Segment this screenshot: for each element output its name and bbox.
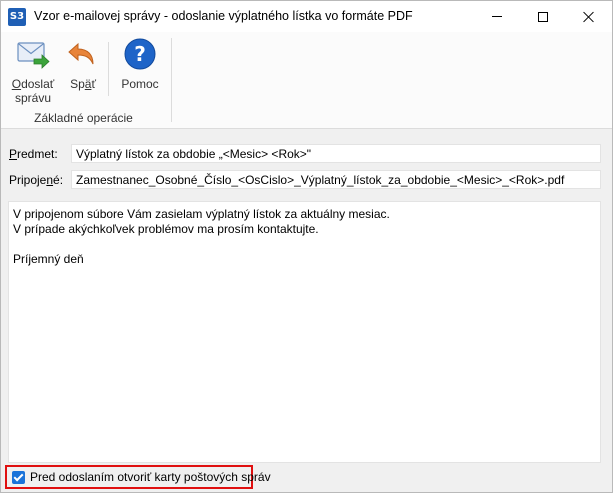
help-icon: ? bbox=[124, 38, 156, 70]
undo-arrow-icon bbox=[68, 42, 94, 65]
attachment-label: Pripojené: bbox=[9, 173, 64, 187]
close-icon bbox=[583, 11, 595, 23]
maximize-icon bbox=[538, 11, 548, 22]
body-line: Príjemný deň bbox=[13, 252, 84, 266]
help-button[interactable]: ? Pomoc bbox=[114, 37, 166, 91]
mail-send-icon bbox=[17, 42, 50, 69]
body-line: V pripojenom súbore Vám zasielam výplatn… bbox=[13, 207, 390, 221]
open-mail-cards-checkbox[interactable] bbox=[12, 470, 25, 484]
ribbon-group-label: Základné operácie bbox=[34, 111, 133, 125]
app-icon: S3 bbox=[8, 8, 26, 26]
send-message-button[interactable]: Odoslať správu bbox=[7, 37, 59, 105]
title-bar: S3 Vzor e-mailovej správy - odoslanie vý… bbox=[1, 1, 612, 32]
maximize-button[interactable] bbox=[520, 1, 566, 32]
minimize-button[interactable] bbox=[474, 1, 520, 32]
ribbon-group-separator bbox=[171, 38, 172, 122]
subject-input[interactable]: Výplatný lístok za obdobie „<Mesic> <Rok… bbox=[71, 144, 601, 163]
body-line: V prípade akýchkoľvek problémov ma prosí… bbox=[13, 222, 319, 236]
body-line bbox=[13, 237, 596, 252]
window-title: Vzor e-mailovej správy - odoslanie výpla… bbox=[34, 9, 413, 23]
close-button[interactable] bbox=[566, 1, 612, 32]
email-template-window: S3 Vzor e-mailovej správy - odoslanie vý… bbox=[0, 0, 613, 493]
ribbon-separator bbox=[108, 42, 109, 96]
ribbon-toolbar: Odoslať správu Späť ? Pomoc Základné ope… bbox=[1, 32, 612, 129]
subject-label: Predmet: bbox=[9, 147, 58, 161]
open-mail-cards-label: Pred odoslaním otvoriť karty poštových s… bbox=[30, 470, 271, 484]
open-mail-cards-checkbox-row[interactable]: Pred odoslaním otvoriť karty poštových s… bbox=[5, 465, 271, 489]
message-body-editor[interactable]: V pripojenom súbore Vám zasielam výplatn… bbox=[8, 201, 601, 463]
attachment-input[interactable]: Zamestnanec_Osobné_Číslo_<OsCislo>_Výpla… bbox=[71, 170, 601, 189]
back-button[interactable]: Späť bbox=[61, 37, 105, 91]
svg-text:?: ? bbox=[134, 42, 146, 66]
minimize-icon bbox=[492, 16, 502, 17]
